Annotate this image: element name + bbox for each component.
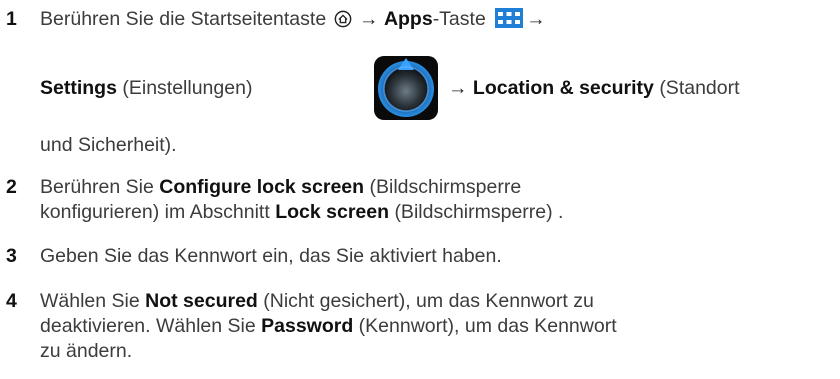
- step-4-line-3: zu ändern.: [40, 340, 133, 362]
- settings-icon: [374, 56, 438, 120]
- step-number: 4: [6, 290, 17, 312]
- configure-lock-screen-label: Configure lock screen: [159, 176, 365, 198]
- step-text: Berühren Sie: [40, 176, 154, 198]
- step-2-line-1: Berühren Sie Configure lock screen (Bild…: [40, 175, 521, 199]
- settings-label: Settings: [40, 77, 117, 99]
- apps-grid-icon: [495, 8, 524, 28]
- step-number: 1: [6, 8, 17, 30]
- step-text: Wählen Sie: [40, 290, 140, 312]
- home-icon: [334, 10, 351, 28]
- step-2-line-2: konfigurieren) im Abschnitt Lock screen …: [40, 200, 563, 224]
- arrow-icon: →: [526, 8, 546, 30]
- step-text: konfigurieren) im Abschnitt: [40, 201, 270, 223]
- arrow-icon: →: [359, 8, 379, 30]
- location-security-label: Location & security: [472, 77, 654, 99]
- step-1-line-2: Settings (Einstellungen): [40, 76, 252, 100]
- password-label: Password: [261, 315, 354, 337]
- step-text: -Taste: [432, 8, 486, 30]
- step-1-line-1: Berühren Sie die Startseitentaste → Apps…: [40, 7, 546, 31]
- arrow-icon: →: [448, 77, 468, 99]
- step-text: (Standort: [659, 77, 740, 99]
- step-text: Berühren Sie die Startseitentaste: [40, 8, 327, 30]
- step-number: 3: [6, 245, 17, 267]
- apps-label: Apps: [383, 8, 433, 30]
- step-text: (Bildschirmsperre) .: [394, 201, 564, 223]
- lock-screen-label: Lock screen: [275, 201, 390, 223]
- step-text: deaktivieren. Wählen Sie: [40, 315, 256, 337]
- step-text: (Nicht gesichert), um das Kennwort zu: [263, 290, 594, 312]
- step-4-line-2: deaktivieren. Wählen Sie Password (Kennw…: [40, 314, 617, 338]
- step-1-line-2-cont: → Location & security (Standort: [448, 76, 740, 100]
- not-secured-label: Not secured: [145, 290, 258, 312]
- step-text: (Einstellungen): [122, 77, 253, 99]
- step-text: (Bildschirmsperre: [369, 176, 522, 198]
- step-number: 2: [6, 176, 17, 198]
- step-1-line-3: und Sicherheit).: [40, 134, 177, 156]
- step-text: (Kennwort), um das Kennwort: [358, 315, 617, 337]
- step-4-line-1: Wählen Sie Not secured (Nicht gesichert)…: [40, 289, 594, 313]
- step-3-line-1: Geben Sie das Kennwort ein, das Sie akti…: [40, 245, 502, 267]
